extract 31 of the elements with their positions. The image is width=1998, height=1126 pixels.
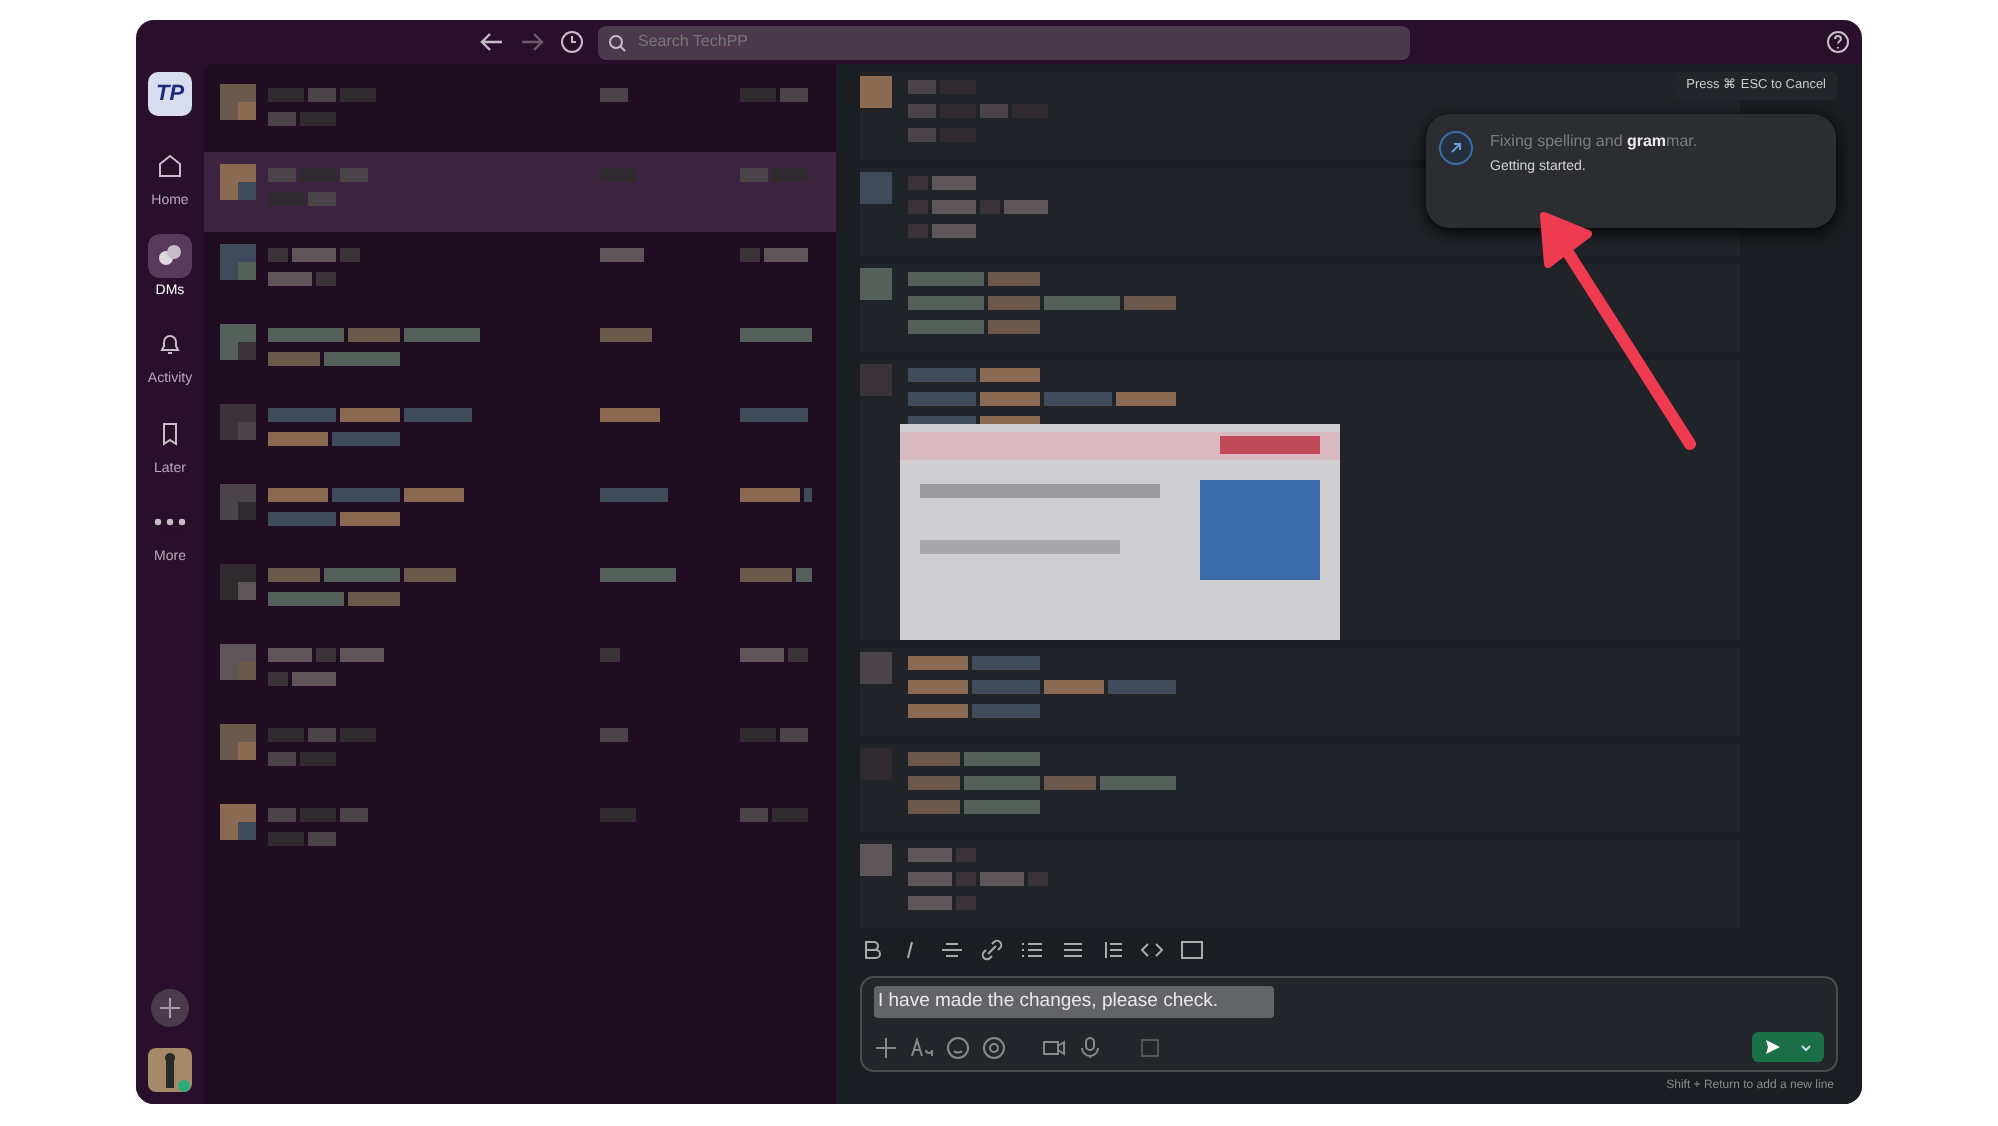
strikethrough-icon[interactable] (940, 937, 964, 961)
format-icon[interactable] (910, 1035, 934, 1059)
code-icon[interactable] (1140, 937, 1164, 961)
bold-icon[interactable] (860, 937, 884, 961)
search-icon (608, 33, 626, 51)
mention-icon[interactable] (982, 1035, 1006, 1059)
send-button[interactable] (1752, 1032, 1824, 1062)
history-icon[interactable] (560, 30, 584, 54)
send-icon (1764, 1038, 1783, 1056)
home-icon (154, 150, 186, 182)
help-icon[interactable] (1826, 30, 1850, 54)
add-icon[interactable] (150, 988, 190, 1028)
popup-title: Fixing spelling and grammar. (1490, 130, 1698, 154)
emoji-icon[interactable] (946, 1035, 970, 1059)
add-icon[interactable] (874, 1035, 898, 1059)
message-input[interactable]: I have made the changes, please check. (874, 986, 1274, 1019)
workspace-logo[interactable]: TP (148, 72, 192, 116)
user-avatar[interactable] (148, 1048, 192, 1092)
microphone-icon[interactable] (1078, 1035, 1102, 1059)
bullet-list-icon[interactable] (1060, 937, 1084, 961)
search-field[interactable]: Search TechPP (598, 25, 1410, 59)
caret-icon (1799, 1041, 1812, 1053)
search-input[interactable]: Search TechPP (634, 28, 1394, 56)
code-block-icon[interactable] (1180, 937, 1204, 961)
dms-icon (154, 239, 186, 271)
forward-icon[interactable] (520, 32, 544, 52)
link-icon[interactable] (980, 937, 1004, 961)
back-icon[interactable] (480, 32, 504, 52)
numbered-list-icon[interactable] (1020, 937, 1044, 961)
blockquote-icon[interactable] (1100, 937, 1124, 961)
video-icon[interactable] (1042, 1035, 1066, 1059)
